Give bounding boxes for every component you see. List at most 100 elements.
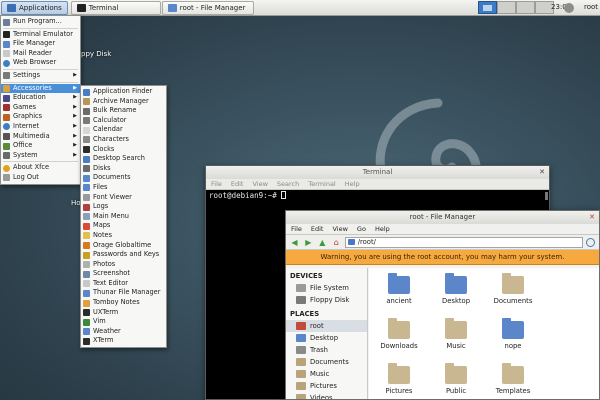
menu-item-mail-reader[interactable]: Mail Reader bbox=[1, 49, 80, 59]
submenu-item-thunar-file-manager[interactable]: Thunar File Manager bbox=[81, 288, 166, 298]
file-manager-menu-go[interactable]: Go bbox=[357, 224, 366, 234]
submenu-item-main-menu[interactable]: Main Menu bbox=[81, 212, 166, 222]
file-item-public[interactable]: Public bbox=[428, 363, 484, 395]
menu-item-internet[interactable]: Internet ▶ bbox=[1, 122, 80, 132]
menu-item-games[interactable]: Games ▶ bbox=[1, 103, 80, 113]
menu-item-log-out[interactable]: Log Out bbox=[1, 173, 80, 183]
sidebar-item-trash[interactable]: Trash bbox=[286, 344, 367, 356]
file-manager-menu-help[interactable]: Help bbox=[375, 224, 390, 234]
file-item-templates[interactable]: Templates bbox=[485, 363, 541, 395]
terminal-menu-search[interactable]: Search bbox=[277, 179, 299, 189]
menu-item-terminal-emulator[interactable]: Terminal Emulator bbox=[1, 30, 80, 40]
submenu-item-screenshot[interactable]: Screenshot bbox=[81, 269, 166, 279]
sidebar-item-pictures[interactable]: Pictures bbox=[286, 380, 367, 392]
terminal-menu-terminal[interactable]: Terminal bbox=[308, 179, 335, 189]
submenu-item-text-editor[interactable]: Text Editor bbox=[81, 279, 166, 289]
terminal-menu-help[interactable]: Help bbox=[345, 179, 360, 189]
workspace-2[interactable] bbox=[497, 1, 516, 14]
menu-item-system[interactable]: System ▶ bbox=[1, 151, 80, 161]
submenu-item-bulk-rename[interactable]: Bulk Rename bbox=[81, 106, 166, 116]
user-label[interactable]: root bbox=[584, 3, 598, 11]
menu-item-education[interactable]: Education ▶ bbox=[1, 93, 80, 103]
submenu-item-passwords-and-keys[interactable]: Passwords and Keys bbox=[81, 250, 166, 260]
submenu-item-xterm[interactable]: XTerm bbox=[81, 336, 166, 346]
terminal-menu-edit[interactable]: Edit bbox=[231, 179, 244, 189]
submenu-item-maps[interactable]: Maps bbox=[81, 221, 166, 231]
sidebar-item-floppy-disk[interactable]: Floppy Disk bbox=[286, 294, 367, 306]
file-manager-menu-edit[interactable]: Edit bbox=[311, 224, 324, 234]
submenu-item-weather[interactable]: Weather bbox=[81, 327, 166, 337]
menu-item-settings[interactable]: Settings ▶ bbox=[1, 71, 80, 81]
sidebar-item-music[interactable]: Music bbox=[286, 368, 367, 380]
folder-icon bbox=[388, 273, 410, 294]
sidebar-item-file-system[interactable]: File System bbox=[286, 282, 367, 294]
applications-menu-button[interactable]: Applications bbox=[1, 0, 68, 15]
menu-item-web-browser[interactable]: Web Browser bbox=[1, 58, 80, 68]
sidebar-item-videos[interactable]: Videos bbox=[286, 392, 367, 399]
submenu-item-clocks[interactable]: Clocks bbox=[81, 145, 166, 155]
workspace-3[interactable] bbox=[516, 1, 535, 14]
submenu-item-files[interactable]: Files bbox=[81, 183, 166, 193]
submenu-item-characters[interactable]: Characters bbox=[81, 135, 166, 145]
menu-item-about-xfce[interactable]: About Xfce bbox=[1, 163, 80, 173]
terminal-menu-file[interactable]: File bbox=[211, 179, 222, 189]
up-arrow-icon[interactable]: ▲ bbox=[317, 237, 328, 248]
reload-icon[interactable] bbox=[586, 237, 596, 247]
close-icon[interactable]: ✕ bbox=[539, 166, 545, 179]
submenu-item-calculator[interactable]: Calculator bbox=[81, 116, 166, 126]
home-icon[interactable]: ⌂ bbox=[331, 237, 342, 248]
terminal-scrollbar[interactable] bbox=[545, 192, 548, 200]
submenu-item-tomboy-notes[interactable]: Tomboy Notes bbox=[81, 298, 166, 308]
taskbar-file-manager[interactable]: root - File Manager bbox=[161, 0, 254, 15]
submenu-item-documents[interactable]: Documents bbox=[81, 173, 166, 183]
submenu-item-archive-manager[interactable]: Archive Manager bbox=[81, 97, 166, 107]
disks-icon bbox=[83, 165, 90, 173]
submenu-item-notes[interactable]: Notes bbox=[81, 231, 166, 241]
menu-item-graphics[interactable]: Graphics ▶ bbox=[1, 112, 80, 122]
desktop-icon-floppy-disk[interactable]: ppy Disk bbox=[81, 50, 111, 58]
sidebar-item-desktop[interactable]: Desktop bbox=[286, 332, 367, 344]
submenu-item-label: Files bbox=[93, 182, 108, 191]
menu-item-accessories[interactable]: Accessories ▶ bbox=[1, 83, 80, 94]
files-icon bbox=[83, 184, 90, 192]
menu-item-run-program[interactable]: Run Program... bbox=[1, 17, 80, 27]
terminal-output[interactable]: root@debian9:~# bbox=[206, 190, 549, 201]
file-item-music[interactable]: Music bbox=[428, 318, 484, 350]
submenu-item-calendar[interactable]: Calendar bbox=[81, 125, 166, 135]
submenu-item-disks[interactable]: Disks bbox=[81, 164, 166, 174]
file-manager-menu-file[interactable]: File bbox=[291, 224, 302, 234]
back-arrow-icon[interactable]: ◀ bbox=[289, 237, 300, 248]
file-item-desktop[interactable]: Desktop bbox=[428, 273, 484, 305]
submenu-item-uxterm[interactable]: UXTerm bbox=[81, 308, 166, 318]
forward-arrow-icon[interactable]: ▶ bbox=[303, 237, 314, 248]
submenu-item-desktop-search[interactable]: Desktop Search bbox=[81, 154, 166, 164]
submenu-item-orage-globaltime[interactable]: Orage Globaltime bbox=[81, 241, 166, 251]
taskbar-terminal[interactable]: Terminal bbox=[70, 0, 161, 15]
workspace-1[interactable] bbox=[478, 1, 497, 14]
file-item-downloads[interactable]: Downloads bbox=[371, 318, 427, 350]
file-item-nope[interactable]: nope bbox=[485, 318, 541, 350]
sidebar-item-root[interactable]: root bbox=[286, 320, 367, 332]
desktop-search-icon bbox=[83, 155, 90, 163]
terminal-titlebar[interactable]: Terminal ✕ bbox=[206, 166, 549, 179]
file-manager-titlebar[interactable]: root - File Manager ✕ bbox=[286, 211, 599, 224]
submenu-item-application-finder[interactable]: Application Finder bbox=[81, 87, 166, 97]
submenu-item-font-viewer[interactable]: Font Viewer bbox=[81, 193, 166, 203]
file-item-ancient[interactable]: ancient bbox=[371, 273, 427, 305]
location-bar[interactable]: /root/ bbox=[344, 236, 584, 248]
close-icon[interactable]: ✕ bbox=[589, 211, 595, 224]
file-item-pictures[interactable]: Pictures bbox=[371, 363, 427, 395]
menu-item-file-manager[interactable]: File Manager bbox=[1, 39, 80, 49]
submenu-item-logs[interactable]: Logs bbox=[81, 202, 166, 212]
file-manager-menu-view[interactable]: View bbox=[332, 224, 347, 234]
file-item-documents[interactable]: Documents bbox=[485, 273, 541, 305]
submenu-item-photos[interactable]: Photos bbox=[81, 260, 166, 270]
menu-item-multimedia[interactable]: Multimedia ▶ bbox=[1, 132, 80, 142]
submenu-item-vim[interactable]: Vim bbox=[81, 317, 166, 327]
tomboy-notes-icon bbox=[83, 299, 90, 307]
system-tray-icon[interactable] bbox=[564, 3, 574, 13]
terminal-menu-view[interactable]: View bbox=[252, 179, 267, 189]
file-manager-window[interactable]: root - File Manager ✕ File Edit View Go Help… bbox=[285, 210, 600, 400]
menu-item-office[interactable]: Office ▶ bbox=[1, 141, 80, 151]
sidebar-item-documents[interactable]: Documents bbox=[286, 356, 367, 368]
